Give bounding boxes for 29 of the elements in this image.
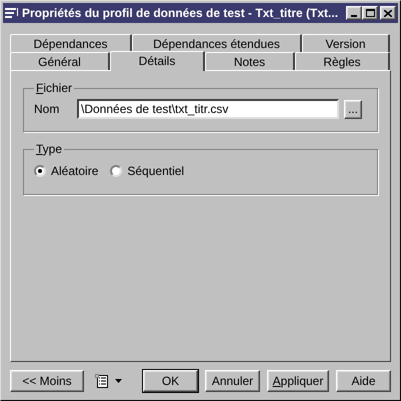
radio-label: Séquentiel <box>127 163 184 180</box>
maximize-button[interactable] <box>362 6 378 20</box>
tab[interactable]: Règles <box>295 52 390 70</box>
window-title: Propriétés du profil de données de test - Txt_titre (Txt... <box>22 5 340 22</box>
radio-button[interactable] <box>110 165 122 177</box>
dialog-button[interactable]: Annuler <box>205 370 260 392</box>
dialog-button[interactable]: OK <box>143 370 198 392</box>
tab[interactable]: Dépendances étendues <box>132 34 302 52</box>
field-label: Nom <box>34 101 60 118</box>
dialog-button[interactable]: << Moins <box>10 370 84 392</box>
window-menu-icon[interactable] <box>5 7 19 19</box>
group-title: Type <box>35 141 64 158</box>
tab[interactable]: Dépendances <box>10 34 132 52</box>
list-icon <box>95 374 109 388</box>
group-title: Fichier <box>35 80 74 97</box>
tab[interactable]: Version <box>302 34 390 52</box>
tab[interactable]: Détails <box>110 51 205 71</box>
browse-button[interactable]: ... <box>344 100 362 118</box>
file-path-field[interactable]: \Données de test\txt_titr.csv <box>77 99 339 119</box>
radio-label: Aléatoire <box>51 163 98 180</box>
radio-button[interactable] <box>34 165 46 177</box>
tab[interactable]: Notes <box>205 52 295 70</box>
close-button[interactable] <box>380 6 396 20</box>
minimize-button[interactable] <box>346 6 362 20</box>
dialog-button[interactable]: Aide <box>336 370 391 392</box>
close-icon <box>384 10 392 16</box>
dialog-button[interactable]: Appliquer <box>267 370 329 392</box>
tab[interactable]: Général <box>10 52 110 70</box>
dropdown-arrow-icon <box>115 379 122 383</box>
